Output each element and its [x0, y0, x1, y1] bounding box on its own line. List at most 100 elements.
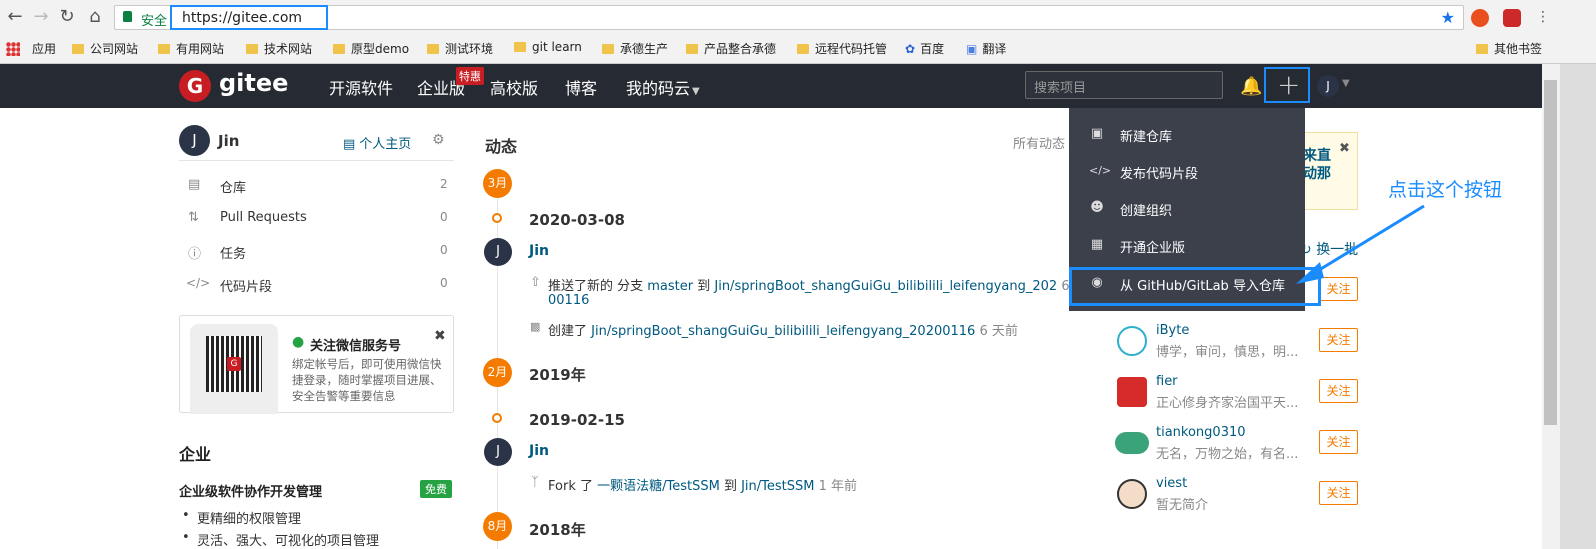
- divider: [179, 160, 454, 161]
- bookmark-item[interactable]: ▣ 翻译: [966, 40, 1006, 57]
- bookmark-label: 测试环境: [445, 42, 494, 56]
- address-bar[interactable]: 安全 https://gitee.com ★: [114, 5, 1464, 30]
- code-icon: </>: [186, 276, 211, 290]
- bookmark-item[interactable]: 测试环境: [427, 40, 493, 57]
- home-icon[interactable]: ⌂: [84, 6, 106, 28]
- user-avatar-image[interactable]: [1115, 432, 1149, 454]
- bookmark-item[interactable]: ✿ 百度: [905, 40, 944, 57]
- sidebar-item-pull-requests[interactable]: Pull Requests: [220, 210, 307, 225]
- repo-link[interactable]: Jin/springBoot_shangGuiGu_bilibilili_lei…: [591, 324, 975, 339]
- repo-link[interactable]: Jin/TestSSM: [741, 479, 814, 494]
- user-avatar-hex-icon[interactable]: [1117, 377, 1147, 407]
- user-avatar[interactable]: J: [1317, 75, 1339, 97]
- follow-button[interactable]: 关注: [1319, 328, 1358, 352]
- bookmark-item[interactable]: 有用网站: [158, 40, 224, 57]
- menu-enterprise[interactable]: ▦ 开通企业版: [1069, 227, 1305, 264]
- menu-new-repo[interactable]: ▣ 新建仓库: [1069, 116, 1305, 153]
- user-avatar-image[interactable]: [1117, 479, 1147, 509]
- bookmark-label: 翻译: [982, 42, 1007, 56]
- bookmark-item[interactable]: 技术网站: [246, 40, 312, 57]
- recommend-user-name[interactable]: fier: [1156, 374, 1178, 389]
- month-badge: 3月: [483, 169, 512, 198]
- follow-button[interactable]: 关注: [1319, 430, 1358, 454]
- chevron-down-icon: ▼: [692, 86, 700, 97]
- bookmark-item[interactable]: 公司网站: [72, 40, 138, 57]
- sidebar-username[interactable]: Jin: [218, 132, 239, 150]
- feed-filter[interactable]: 所有动态: [1013, 133, 1065, 152]
- nav-blog[interactable]: 博客: [565, 75, 597, 99]
- nav-open-source[interactable]: 开源软件: [329, 75, 393, 99]
- nav-education[interactable]: 高校版: [490, 75, 538, 99]
- recommend-user-desc: 无名，万物之始，有名...: [1156, 447, 1299, 462]
- folder-icon: [797, 44, 809, 54]
- nav-my-gitee[interactable]: 我的码云 ▼: [626, 75, 700, 99]
- extension-icon[interactable]: [1503, 9, 1521, 27]
- bookmark-label: git learn: [532, 40, 582, 54]
- sidebar-item-snippets[interactable]: 代码片段: [220, 276, 272, 295]
- menu-new-org[interactable]: ☻ 创建组织: [1069, 190, 1305, 227]
- fork-icon: ᛉ: [531, 475, 539, 490]
- menu-label: 创建组织: [1120, 204, 1173, 219]
- bookmark-item[interactable]: 产品整合承德: [686, 40, 776, 57]
- bookmark-item[interactable]: 其他书签: [1476, 40, 1542, 57]
- feed-avatar[interactable]: J: [484, 238, 512, 266]
- homepage-link[interactable]: ▤ 个人主页: [343, 133, 411, 152]
- sidebar-item-repos[interactable]: 仓库: [220, 177, 246, 196]
- bookmark-apps[interactable]: 应用: [32, 40, 56, 57]
- follow-button[interactable]: 关注: [1319, 481, 1358, 505]
- recommend-user-name[interactable]: viest: [1156, 476, 1187, 491]
- bullet-icon: •: [182, 530, 190, 545]
- back-icon[interactable]: ←: [4, 6, 26, 28]
- menu-new-snippet[interactable]: </> 发布代码片段: [1069, 153, 1305, 190]
- scrollbar-thumb[interactable]: [1544, 80, 1557, 425]
- chevron-down-icon[interactable]: ▼: [1342, 78, 1350, 89]
- recommend-user-name[interactable]: iByte: [1156, 323, 1189, 338]
- repo-link[interactable]: 一颗语法糖/TestSSM: [597, 479, 720, 494]
- bookmark-item[interactable]: 承德生产: [602, 40, 668, 57]
- bookmark-star-icon[interactable]: ★: [1441, 8, 1455, 27]
- sidebar-item-issues[interactable]: 任务: [220, 243, 246, 262]
- url-text[interactable]: https://gitee.com: [182, 10, 302, 26]
- feed-user[interactable]: Jin: [529, 243, 549, 259]
- feed-avatar[interactable]: J: [484, 438, 512, 466]
- feed-date: 2019-02-15: [529, 411, 625, 429]
- repo-icon: ▤: [188, 177, 201, 192]
- search-input[interactable]: 搜索项目: [1025, 71, 1223, 99]
- recommend-user-name[interactable]: tiankong0310: [1156, 425, 1246, 440]
- gitee-logo-text[interactable]: gitee: [219, 69, 288, 97]
- event-time: 6 天前: [979, 324, 1018, 339]
- menu-icon[interactable]: ⋮: [1532, 6, 1554, 28]
- close-icon[interactable]: ✖: [434, 328, 446, 344]
- close-icon[interactable]: ✖: [1339, 141, 1350, 156]
- repo-link[interactable]: 00116: [548, 293, 589, 308]
- menu-label: 开通企业版: [1120, 241, 1186, 256]
- folder-icon: [158, 44, 170, 54]
- folder-icon: [333, 44, 345, 54]
- apps-icon[interactable]: [6, 42, 20, 56]
- feed-user[interactable]: Jin: [529, 443, 549, 459]
- extension-icon[interactable]: [1471, 9, 1489, 27]
- bookmark-label: 技术网站: [264, 42, 313, 56]
- gitee-logo-icon[interactable]: G: [179, 70, 211, 102]
- recommend-user-desc: 暂无简介: [1156, 498, 1209, 513]
- event-text: 到: [719, 479, 742, 494]
- bell-icon[interactable]: 🔔: [1240, 76, 1262, 97]
- bookmark-item[interactable]: 原型demo: [333, 40, 409, 57]
- branch-link[interactable]: master: [647, 279, 693, 294]
- create-plus-button[interactable]: +: [1264, 67, 1310, 103]
- promo-badge: 特惠: [456, 67, 484, 85]
- repo-link[interactable]: Jin/springBoot_shangGuiGu_bilibilili_lei…: [714, 279, 1057, 294]
- sidebar-avatar[interactable]: J: [179, 125, 210, 156]
- reload-icon[interactable]: ↻: [56, 6, 78, 28]
- bookmark-item[interactable]: 远程代码托管: [797, 40, 887, 57]
- settings-gear-icon[interactable]: ⚙: [432, 132, 445, 148]
- bookmark-item[interactable]: git learn: [514, 40, 582, 54]
- pr-count: 0: [440, 210, 448, 224]
- forward-icon[interactable]: →: [30, 6, 52, 28]
- follow-button[interactable]: 关注: [1319, 379, 1358, 403]
- user-avatar-atom-icon[interactable]: [1117, 326, 1147, 356]
- code-icon: ▩: [530, 320, 541, 333]
- issue-count: 0: [440, 243, 448, 257]
- enterprise-title[interactable]: 企业级软件协作开发管理: [179, 481, 322, 500]
- bullet-icon: •: [182, 508, 190, 523]
